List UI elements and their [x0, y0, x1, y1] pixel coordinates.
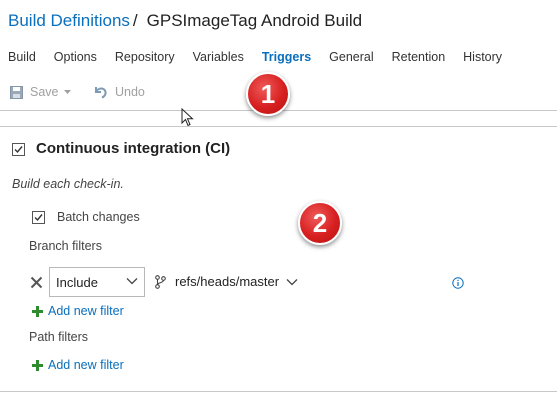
remove-filter-icon[interactable]	[30, 276, 43, 289]
tab-general[interactable]: General	[329, 50, 373, 64]
tab-triggers[interactable]: Triggers	[262, 50, 311, 64]
tab-history[interactable]: History	[463, 50, 502, 64]
chevron-down-icon	[286, 278, 298, 285]
filter-type-value: Include	[56, 274, 98, 290]
floppy-disk-icon	[10, 85, 23, 99]
filter-type-select[interactable]: Include	[49, 267, 145, 297]
add-path-filter-link[interactable]: Add new filter	[31, 358, 124, 372]
tab-build[interactable]: Build	[8, 50, 36, 64]
ci-heading: Continuous integration (CI)	[36, 140, 231, 157]
add-path-filter-label: Add new filter	[48, 358, 124, 372]
callout-badge-1: 1	[246, 72, 290, 116]
section-divider-bottom	[0, 391, 557, 392]
info-icon[interactable]	[452, 277, 464, 289]
branch-filters-label: Branch filters	[29, 239, 102, 253]
ci-description: Build each check-in.	[12, 177, 124, 191]
undo-button[interactable]: Undo	[94, 85, 145, 99]
definition-tabs: Build Options Repository Variables Trigg…	[8, 50, 520, 64]
tab-retention[interactable]: Retention	[392, 50, 446, 64]
callout-badge-2: 2	[298, 201, 342, 245]
add-branch-filter-link[interactable]: Add new filter	[31, 304, 124, 318]
page-title: GPSImageTag Android Build	[146, 11, 363, 30]
breadcrumb: Build Definitions / GPSImageTag Android Bu…	[8, 11, 362, 31]
undo-icon	[95, 87, 107, 99]
add-branch-filter-label: Add new filter	[48, 304, 124, 318]
path-filters-label: Path filters	[29, 330, 89, 344]
branch-selector[interactable]: refs/heads/master	[155, 274, 298, 289]
tab-repository[interactable]: Repository	[115, 50, 175, 64]
ci-checkbox[interactable]	[12, 143, 25, 156]
tab-variables[interactable]: Variables	[193, 50, 244, 64]
save-button-label: Save	[30, 85, 59, 99]
tab-options[interactable]: Options	[54, 50, 97, 64]
chevron-down-icon	[126, 278, 138, 285]
undo-button-label: Undo	[115, 85, 145, 99]
plus-icon	[32, 359, 43, 371]
checkmark-icon	[14, 146, 23, 154]
mouse-pointer-icon	[181, 108, 194, 127]
breadcrumb-build-definitions-link[interactable]: Build Definitions	[8, 11, 130, 30]
section-divider	[0, 126, 557, 127]
batch-changes-checkbox[interactable]	[32, 211, 45, 224]
breadcrumb-separator: /	[132, 11, 138, 30]
git-branch-icon	[155, 274, 166, 289]
plus-icon	[32, 305, 43, 317]
checkmark-icon	[34, 214, 43, 222]
save-button[interactable]: Save	[10, 85, 72, 99]
batch-changes-label: Batch changes	[57, 210, 140, 224]
chevron-down-icon	[63, 90, 71, 94]
branch-value: refs/heads/master	[175, 274, 280, 289]
